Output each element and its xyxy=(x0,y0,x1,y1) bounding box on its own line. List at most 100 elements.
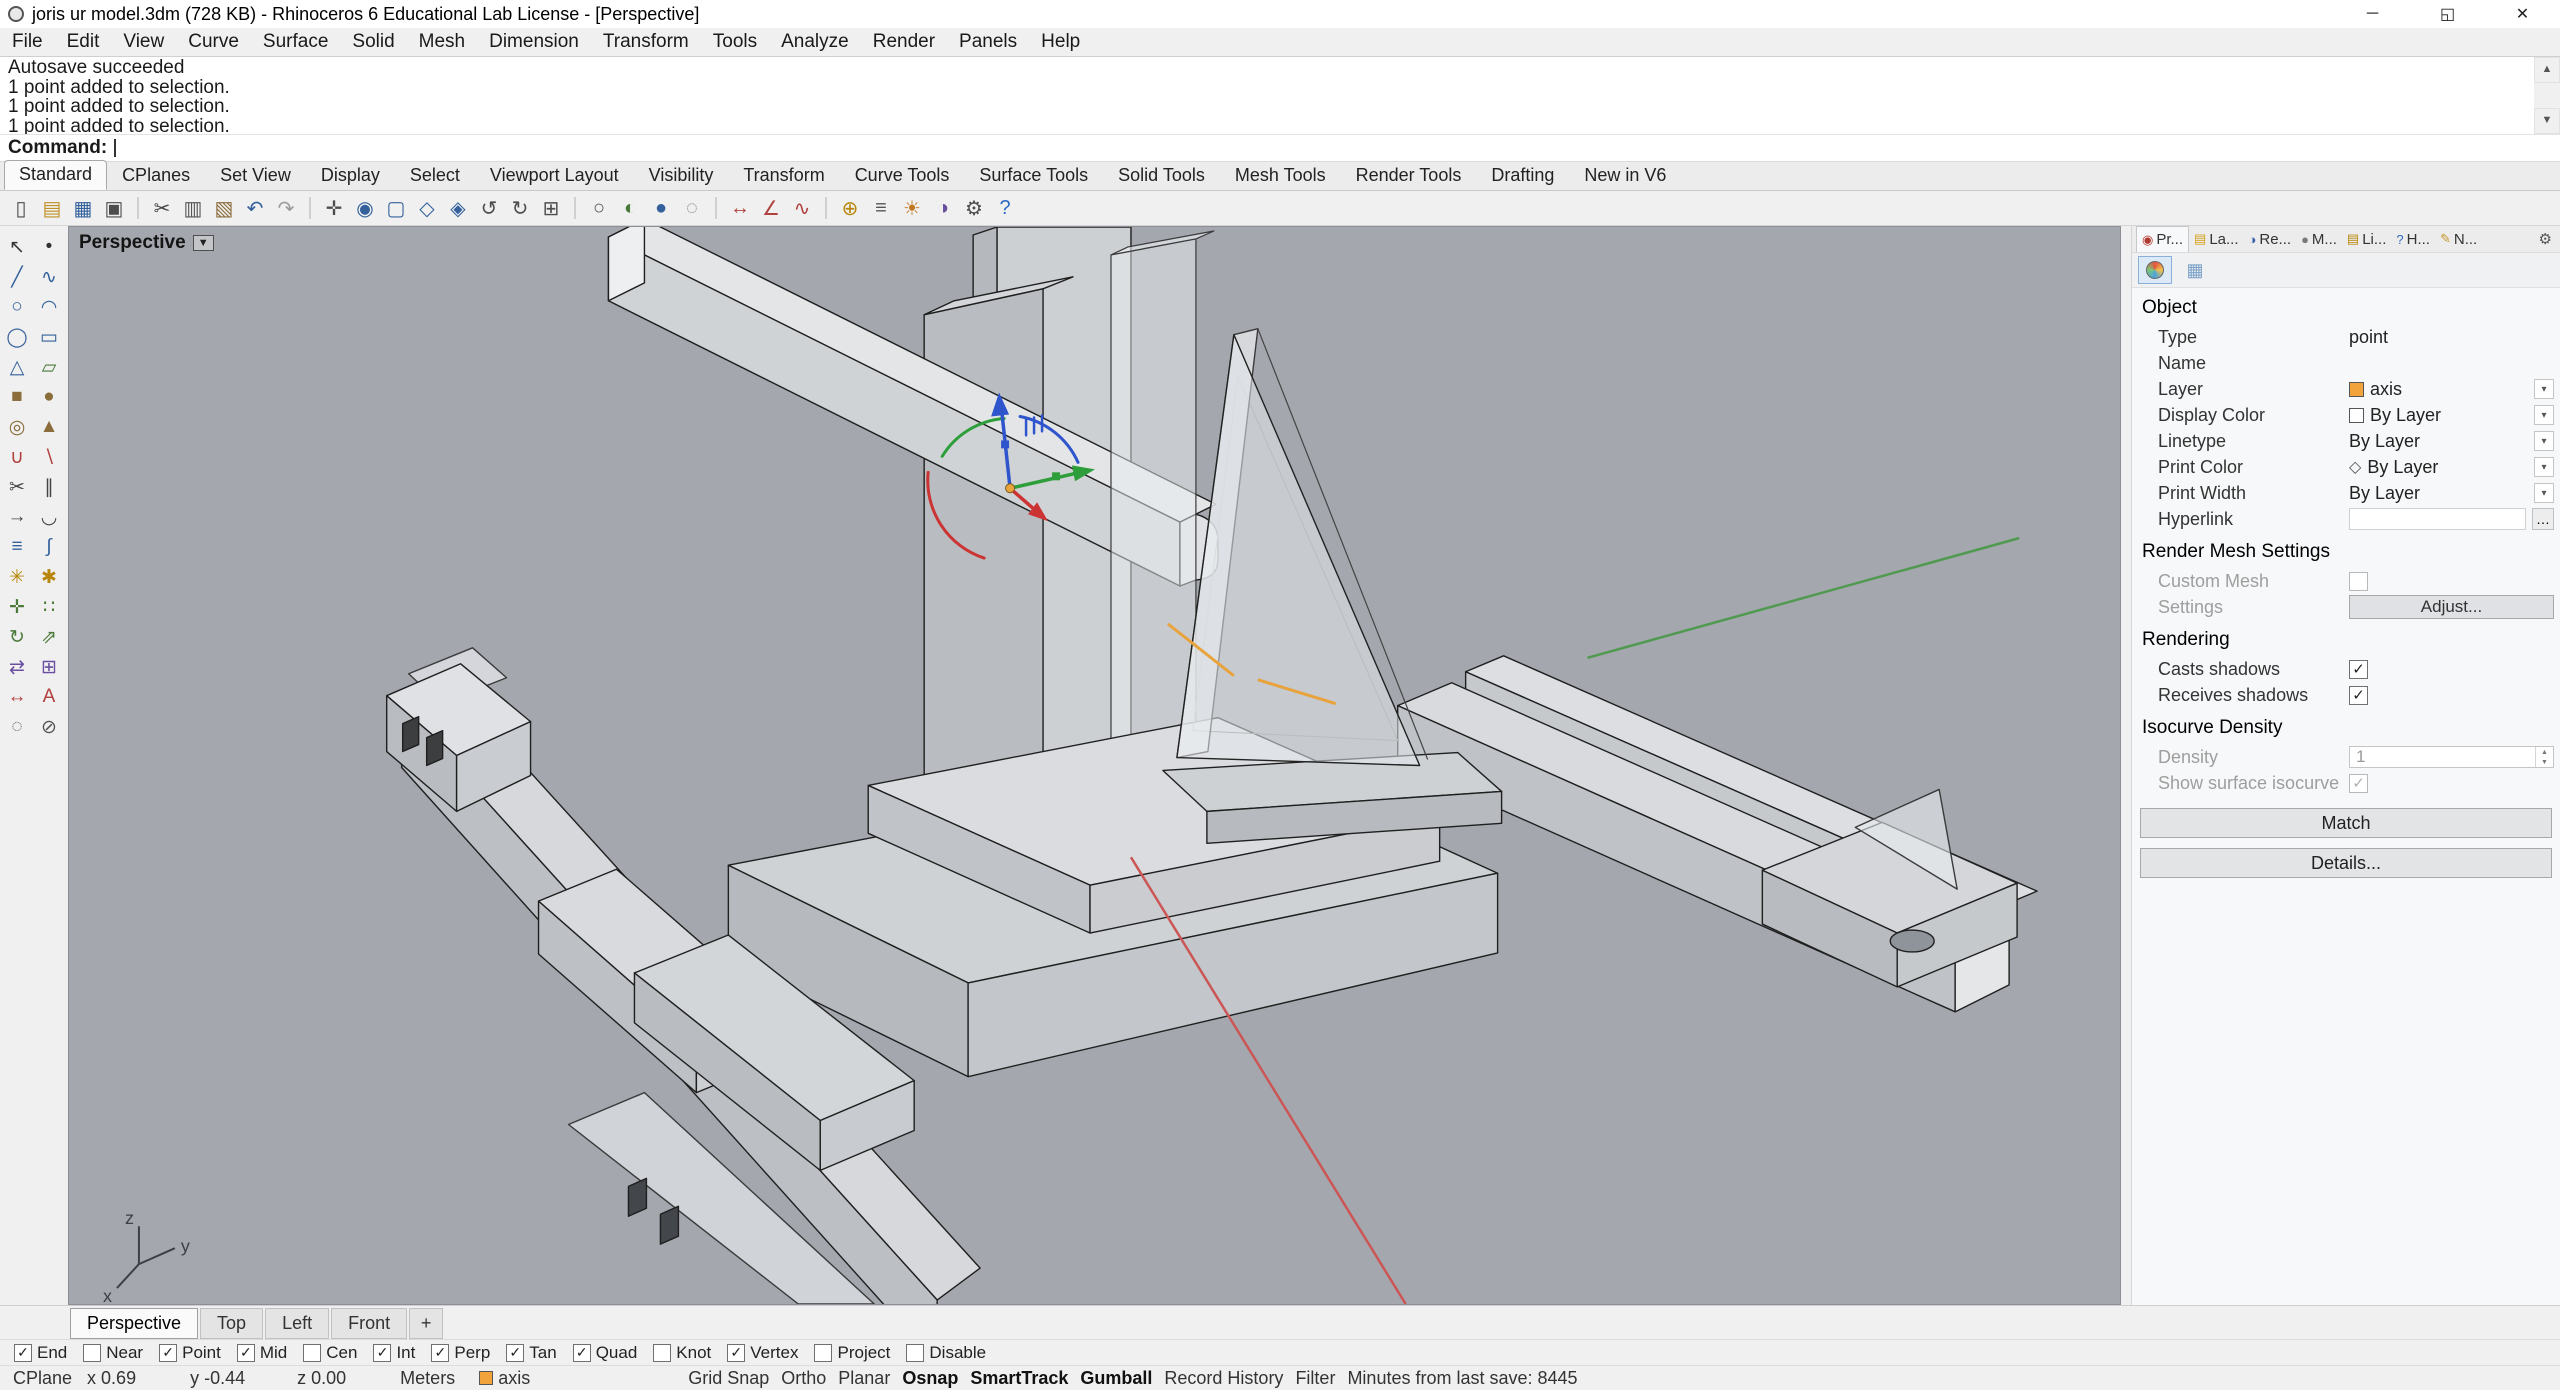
density-field[interactable]: 1▲▼ xyxy=(2349,746,2554,768)
osnap-near[interactable]: Near xyxy=(83,1343,143,1363)
status-coord-x[interactable]: x 0.69 xyxy=(87,1368,136,1389)
cone-tool-icon[interactable]: ▲ xyxy=(35,414,63,440)
spin-down-icon[interactable]: ▼ xyxy=(2536,757,2553,767)
dropdown-arrow-icon[interactable]: ▾ xyxy=(2534,405,2554,425)
osnap-perp-checkbox[interactable]: ✓ xyxy=(431,1344,449,1362)
toolbar-tab-set-view[interactable]: Set View xyxy=(205,161,306,190)
osnap-disable[interactable]: Disable xyxy=(906,1343,986,1363)
osnap-end-checkbox[interactable]: ✓ xyxy=(14,1344,32,1362)
hyperlink-field[interactable] xyxy=(2349,508,2526,530)
viewport-tab-perspective[interactable]: Perspective xyxy=(70,1308,198,1339)
custom-mesh-checkbox[interactable] xyxy=(2349,572,2368,591)
title-bar[interactable]: joris ur model.3dm (728 KB) - Rhinoceros… xyxy=(0,0,2560,28)
measure-angle-icon[interactable]: ∠ xyxy=(758,195,784,221)
dropdown-arrow-icon[interactable]: ▾ xyxy=(2534,457,2554,477)
osnap-vertex[interactable]: ✓Vertex xyxy=(727,1343,798,1363)
panel-tab-layers[interactable]: ▤La... xyxy=(2189,226,2243,252)
status-gumball[interactable]: Gumball xyxy=(1080,1368,1152,1389)
sphere-tool-icon[interactable]: ● xyxy=(35,384,63,410)
material-page-button[interactable]: ▦ xyxy=(2178,256,2212,284)
details-button[interactable]: Details... xyxy=(2140,848,2552,878)
box-tool-icon[interactable]: ■ xyxy=(3,384,31,410)
join-tool-icon[interactable]: ∫ xyxy=(35,534,63,560)
menu-curve[interactable]: Curve xyxy=(176,31,251,53)
mirror-tool-icon[interactable]: ⇄ xyxy=(3,654,31,680)
menu-dimension[interactable]: Dimension xyxy=(477,31,591,53)
new-file-icon[interactable]: ▯ xyxy=(8,195,34,221)
osnap-point-checkbox[interactable]: ✓ xyxy=(159,1344,177,1362)
toolbar-tab-drafting[interactable]: Drafting xyxy=(1476,161,1569,190)
menu-analyze[interactable]: Analyze xyxy=(769,31,861,53)
toolbar-tab-cplanes[interactable]: CPlanes xyxy=(107,161,205,190)
panel-tab-rendering[interactable]: ◑Re... xyxy=(2244,226,2297,252)
add-viewport-tab-button[interactable]: + xyxy=(409,1308,443,1339)
status-ortho[interactable]: Ortho xyxy=(781,1368,826,1389)
viewport-tab-left[interactable]: Left xyxy=(265,1308,329,1339)
zoom-window-icon[interactable]: ▢ xyxy=(383,195,409,221)
osnap-knot-checkbox[interactable] xyxy=(653,1344,671,1362)
receives-shadows-checkbox[interactable]: ✓ xyxy=(2349,686,2368,705)
status-units[interactable]: Meters xyxy=(400,1368,455,1389)
menu-help[interactable]: Help xyxy=(1029,31,1092,53)
gumball-toggle-icon[interactable]: ⊕ xyxy=(837,195,863,221)
circle-tool-icon[interactable]: ○ xyxy=(3,294,31,320)
zoom-selected-icon[interactable]: ◈ xyxy=(445,195,471,221)
fillet-tool-icon[interactable]: ◡ xyxy=(35,504,63,530)
status-filter[interactable]: Filter xyxy=(1295,1368,1335,1389)
split-tool-icon[interactable]: ∥ xyxy=(35,474,63,500)
osnap-mid[interactable]: ✓Mid xyxy=(237,1343,287,1363)
hide-tool-icon[interactable]: ◌ xyxy=(3,714,31,740)
menu-render[interactable]: Render xyxy=(861,31,947,53)
text-tool-icon[interactable]: A xyxy=(35,684,63,710)
paste-icon[interactable]: ▧ xyxy=(211,195,237,221)
extend-tool-icon[interactable]: → xyxy=(3,504,31,530)
measure-distance-icon[interactable]: ↔ xyxy=(727,195,753,221)
select-tool-icon[interactable]: ↖ xyxy=(3,234,31,260)
undo-view-change-icon[interactable]: ↺ xyxy=(476,195,502,221)
osnap-near-checkbox[interactable] xyxy=(83,1344,101,1362)
match-button[interactable]: Match xyxy=(2140,808,2552,838)
menu-mesh[interactable]: Mesh xyxy=(407,31,477,53)
perspective-viewport[interactable]: z y x Perspective ▼ xyxy=(68,226,2121,1305)
line-tool-icon[interactable]: ╱ xyxy=(3,264,31,290)
save-icon[interactable]: ▦ xyxy=(70,195,96,221)
rectangle-tool-icon[interactable]: ▭ xyxy=(35,324,63,350)
osnap-int[interactable]: ✓Int xyxy=(373,1343,415,1363)
status-smarttrack[interactable]: SmartTrack xyxy=(970,1368,1068,1389)
status-coord-z[interactable]: z 0.00 xyxy=(297,1368,346,1389)
menu-tools[interactable]: Tools xyxy=(701,31,769,53)
osnap-disable-checkbox[interactable] xyxy=(906,1344,924,1362)
casts-shadows-checkbox[interactable]: ✓ xyxy=(2349,660,2368,679)
explode-tool-icon[interactable]: ✳ xyxy=(3,564,31,590)
toolbar-tab-select[interactable]: Select xyxy=(395,161,475,190)
object-page-button[interactable] xyxy=(2138,256,2172,284)
menu-panels[interactable]: Panels xyxy=(947,31,1029,53)
osnap-tan-checkbox[interactable]: ✓ xyxy=(506,1344,524,1362)
osnap-tan[interactable]: ✓Tan xyxy=(506,1343,556,1363)
toolbar-tab-transform[interactable]: Transform xyxy=(728,161,839,190)
viewport-title[interactable]: Perspective xyxy=(79,232,186,254)
zoom-extents-icon[interactable]: ◇ xyxy=(414,195,440,221)
curvature-analysis-icon[interactable]: ∿ xyxy=(789,195,815,221)
render-icon[interactable]: ☀ xyxy=(899,195,925,221)
four-viewports-icon[interactable]: ⊞ xyxy=(538,195,564,221)
close-button[interactable]: ✕ xyxy=(2485,0,2560,28)
print-icon[interactable]: ▣ xyxy=(101,195,127,221)
toolbar-tab-mesh-tools[interactable]: Mesh Tools xyxy=(1220,161,1341,190)
viewport-tab-top[interactable]: Top xyxy=(200,1308,263,1339)
toolbar-tab-viewport-layout[interactable]: Viewport Layout xyxy=(475,161,634,190)
options-icon[interactable]: ⚙ xyxy=(961,195,987,221)
status-current-layer[interactable]: axis xyxy=(479,1368,530,1389)
move-tool-icon[interactable]: ✛ xyxy=(3,594,31,620)
panel-splitter[interactable] xyxy=(2121,226,2131,1305)
shaded-display-icon[interactable]: ◐ xyxy=(617,195,643,221)
record-history-toggle-icon[interactable]: ≡ xyxy=(868,195,894,221)
gumball-y-scale-handle[interactable] xyxy=(1052,472,1060,480)
osnap-vertex-checkbox[interactable]: ✓ xyxy=(727,1344,745,1362)
boolean-union-tool-icon[interactable]: ∪ xyxy=(3,444,31,470)
copy-object-tool-icon[interactable]: ∷ xyxy=(35,594,63,620)
surface-tool-icon[interactable]: ▱ xyxy=(35,354,63,380)
toolbar-tab-curve-tools[interactable]: Curve Tools xyxy=(840,161,965,190)
toolbar-tab-new-in-v6[interactable]: New in V6 xyxy=(1569,161,1681,190)
panel-tab-materials[interactable]: ●M... xyxy=(2296,226,2342,252)
